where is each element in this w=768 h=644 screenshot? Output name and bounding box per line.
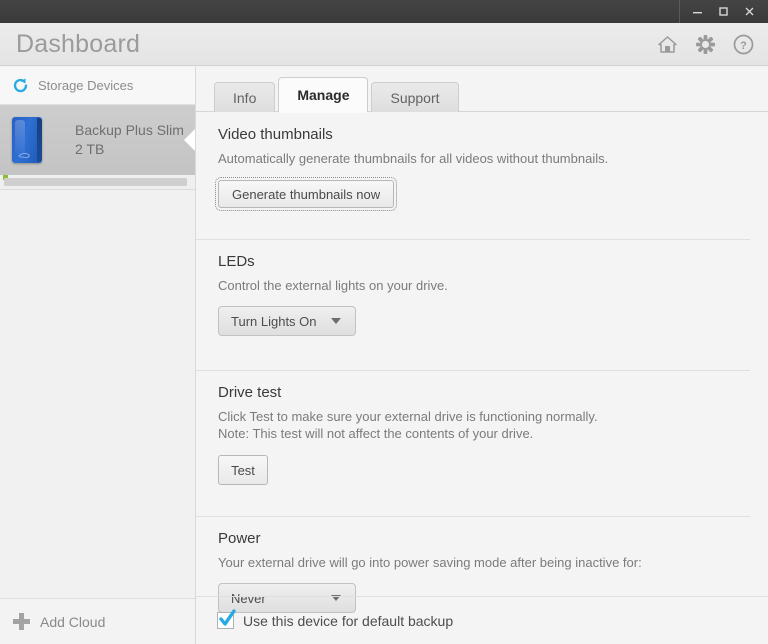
gear-icon[interactable]	[694, 33, 716, 55]
app-header: Dashboard ?	[0, 23, 768, 66]
section-desc-leds: Control the external lights on your driv…	[218, 278, 448, 293]
body-area: Storage Devices Backup Plus Slim 2 TB Ad…	[0, 67, 768, 644]
minimize-icon[interactable]	[684, 0, 710, 23]
svg-text:?: ?	[740, 40, 747, 52]
main-panel: Info Manage Support Video thumbnails Aut…	[196, 67, 768, 644]
section-desc-power: Your external drive will go into power s…	[218, 555, 642, 570]
header-icon-group: ?	[656, 33, 754, 55]
section-video-thumbnails: Video thumbnails Automatically generate …	[196, 112, 768, 239]
leds-dropdown-value: Turn Lights On	[231, 313, 317, 329]
maximize-icon[interactable]	[710, 0, 736, 23]
window-controls	[679, 0, 768, 23]
default-backup-row: Use this device for default backup	[196, 596, 768, 644]
seagate-dashboard-window: Dashboard ? Storage Devices Backup Plus …	[0, 0, 768, 644]
tab-strip: Info Manage Support	[196, 67, 768, 113]
default-backup-checkbox[interactable]	[217, 609, 236, 629]
page-title: Dashboard	[16, 29, 141, 58]
default-backup-label: Use this device for default backup	[243, 612, 454, 629]
sidebar-section-storage-devices[interactable]: Storage Devices	[0, 67, 195, 105]
divider-drive-test	[196, 370, 750, 371]
section-title-video-thumbnails: Video thumbnails	[218, 126, 333, 143]
selected-item-pointer	[184, 129, 195, 151]
generate-thumbnails-button[interactable]: Generate thumbnails now	[214, 177, 398, 211]
help-icon[interactable]: ?	[732, 33, 754, 55]
drive-test-button[interactable]: Test	[218, 455, 268, 485]
device-capacity-strip	[0, 175, 195, 190]
divider-power	[196, 516, 750, 517]
add-cloud-button[interactable]: Add Cloud	[0, 598, 195, 644]
section-desc-drive-test-line2: Note: This test will not affect the cont…	[218, 426, 534, 441]
add-cloud-label: Add Cloud	[40, 613, 106, 630]
chevron-down-icon	[331, 318, 341, 324]
divider-leds	[196, 239, 750, 240]
external-drive-icon	[12, 117, 42, 163]
section-title-drive-test: Drive test	[218, 384, 282, 401]
device-text-block: Backup Plus Slim 2 TB	[75, 121, 184, 159]
sidebar: Storage Devices Backup Plus Slim 2 TB Ad…	[0, 67, 196, 644]
title-bar-drag-region[interactable]	[0, 0, 679, 23]
leds-dropdown[interactable]: Turn Lights On	[218, 306, 356, 336]
close-icon[interactable]	[736, 0, 762, 23]
tab-support[interactable]: Support	[371, 82, 459, 112]
capacity-bar	[4, 178, 187, 186]
section-title-power: Power	[218, 530, 261, 547]
device-name: Backup Plus Slim	[75, 122, 184, 138]
section-desc-video-thumbnails: Automatically generate thumbnails for al…	[218, 151, 609, 166]
section-title-leds: LEDs	[218, 253, 255, 270]
sidebar-section-label: Storage Devices	[38, 78, 134, 93]
sidebar-item-backup-plus-slim[interactable]: Backup Plus Slim 2 TB	[0, 105, 195, 175]
sync-refresh-icon	[11, 77, 29, 95]
home-icon[interactable]	[656, 33, 678, 55]
section-desc-drive-test-line1: Click Test to make sure your external dr…	[218, 409, 598, 424]
tab-manage[interactable]: Manage	[278, 77, 369, 113]
tab-info[interactable]: Info	[214, 82, 276, 112]
tab-content-manage: Video thumbnails Automatically generate …	[196, 112, 768, 644]
section-leds: LEDs Control the external lights on your…	[196, 239, 768, 370]
device-capacity: 2 TB	[75, 141, 105, 157]
plus-icon	[13, 613, 30, 630]
section-drive-test: Drive test Click Test to make sure your …	[196, 370, 768, 516]
title-bar	[0, 0, 768, 23]
